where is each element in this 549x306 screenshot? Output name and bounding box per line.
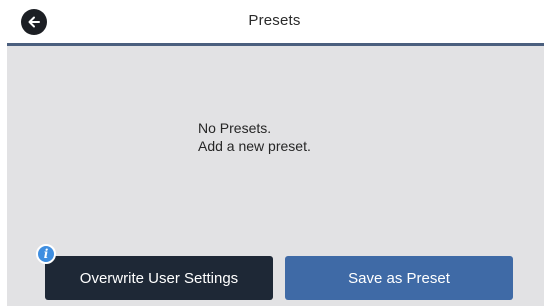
empty-state-line-1: No Presets. xyxy=(198,120,272,136)
empty-state-message: No Presets. Add a new preset. xyxy=(198,119,311,155)
save-as-preset-button[interactable]: Save as Preset xyxy=(285,256,513,300)
header-bar: Presets xyxy=(0,0,549,45)
info-icon[interactable]: i xyxy=(36,244,56,264)
presets-screen: Presets No Presets. Add a new preset. Ov… xyxy=(0,0,549,306)
page-title: Presets xyxy=(248,12,301,29)
save-as-preset-label: Save as Preset xyxy=(348,269,450,287)
overwrite-user-settings-label: Overwrite User Settings xyxy=(79,269,239,287)
overwrite-user-settings-button[interactable]: Overwrite User Settings xyxy=(45,256,273,300)
empty-state-line-2: Add a new preset. xyxy=(198,138,311,154)
